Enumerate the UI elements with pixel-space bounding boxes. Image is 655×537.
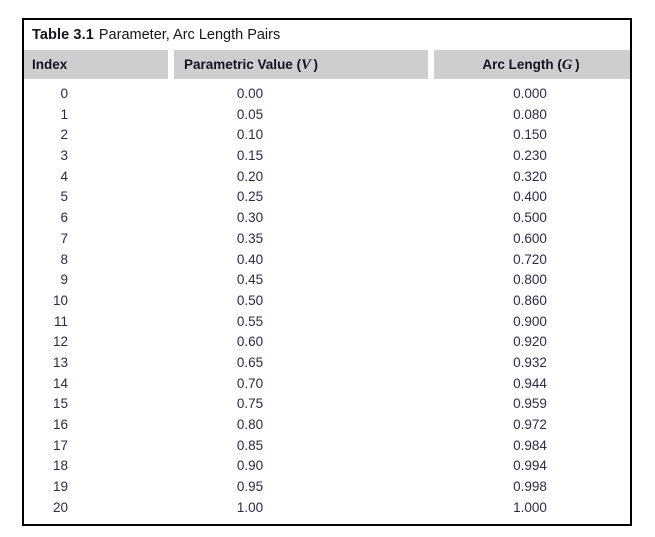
cell-arc-length: 0.984 [513,437,547,453]
table-row: 15 0.75 0.959 [24,394,630,415]
cell-arc-length: 0.500 [513,210,547,226]
cell-parametric-value: 0.95 [236,479,264,495]
cell-parametric-value: 0.45 [236,272,264,288]
cell-index: 8 [60,251,68,267]
cell-parametric-value: 0.25 [236,189,264,205]
table-row: 3 0.15 0.230 [24,146,630,167]
cell-arc-length: 0.994 [513,458,547,474]
column-header-parametric-value-label: Parametric Value [184,57,293,72]
cell-arc-length: 0.920 [513,334,547,350]
cell-parametric-value: 0.20 [236,168,264,184]
table-row: 7 0.35 0.600 [24,229,630,250]
table-row: 1 0.05 0.080 [24,105,630,126]
column-header-arc-length-label: Arc Length [482,57,554,72]
cell-arc-length: 0.860 [513,292,547,308]
cell-index: 11 [53,313,68,329]
cell-parametric-value: 0.55 [236,313,264,329]
cell-index: 10 [52,292,68,308]
table-caption-text: Parameter, Arc Length Pairs [98,27,281,43]
cell-index: 9 [60,272,68,288]
cell-arc-length: 0.972 [513,417,547,432]
cell-parametric-value: 0.50 [236,292,264,308]
cell-index: 20 [52,499,68,515]
table-row: 0 0.00 0.000 [24,84,630,105]
cell-parametric-value: 0.75 [236,396,264,412]
column-header-parametric-value: Parametric Value (V ) [174,50,428,79]
column-header-arc-length: Arc Length (G ) [434,50,630,79]
cell-parametric-value: 0.15 [236,148,264,164]
column-header-arc-length-variable: G [561,57,573,73]
cell-index: 0 [60,86,68,101]
cell-index: 3 [60,148,68,164]
cell-arc-length: 0.080 [513,106,547,122]
cell-arc-length: 0.230 [513,148,547,164]
column-header-index: Index [24,50,168,79]
cell-index: 7 [60,230,68,246]
table-row: 5 0.25 0.400 [24,187,630,208]
parameter-arc-length-table: Table 3.1 Parameter, Arc Length Pairs Ind… [22,18,632,527]
cell-index: 2 [60,127,68,143]
cell-parametric-value: 1.00 [236,499,264,515]
cell-index: 12 [52,334,68,350]
table-header-row: Index Parametric Value (V ) Arc Length (… [24,50,630,79]
table-row: 20 1.00 1.000 [24,498,630,519]
table-row: 17 0.85 0.984 [24,436,630,457]
cell-parametric-value: 0.30 [236,210,264,226]
cell-index: 17 [52,437,68,453]
cell-parametric-value: 0.80 [236,417,264,432]
table-row: 19 0.95 0.998 [24,477,630,498]
cell-parametric-value: 0.00 [236,86,264,101]
cell-arc-length: 0.000 [513,86,547,101]
cell-arc-length: 0.150 [513,127,547,143]
table-row: 2 0.10 0.150 [24,125,630,146]
table-row: 14 0.70 0.944 [24,374,630,395]
cell-arc-length: 0.400 [513,189,547,205]
cell-parametric-value: 0.65 [236,354,264,370]
cell-index: 13 [52,354,68,370]
cell-index: 15 [52,396,68,412]
cell-arc-length: 0.320 [513,168,547,184]
cell-arc-length: 0.944 [513,375,547,391]
table-row: 9 0.45 0.800 [24,270,630,291]
table-row: 6 0.30 0.500 [24,208,630,229]
cell-index: 19 [52,479,68,495]
cell-parametric-value: 0.40 [236,251,264,267]
cell-parametric-value: 0.85 [236,437,264,453]
column-header-parametric-value-variable: V [301,57,311,73]
cell-parametric-value: 0.10 [236,127,264,143]
table-row: 16 0.80 0.972 [24,415,630,436]
cell-arc-length: 0.720 [513,251,547,267]
cell-index: 18 [52,458,68,474]
cell-index: 1 [60,106,68,122]
table-body: 0 0.00 0.000 1 0.05 0.080 2 0.10 0.150 3 0.15 0.230… [24,79,630,524]
table-row: 12 0.60 0.920 [24,332,630,353]
cell-arc-length: 0.998 [513,479,547,495]
table-row: 18 0.90 0.994 [24,456,630,477]
cell-arc-length: 0.959 [513,396,547,412]
cell-arc-length: 1.000 [513,499,547,515]
table-row: 4 0.20 0.320 [24,167,630,188]
cell-index: 6 [60,210,68,226]
cell-arc-length: 0.600 [513,230,547,246]
table-caption: Table 3.1 Parameter, Arc Length Pairs [24,20,630,50]
cell-index: 5 [60,189,68,205]
cell-arc-length: 0.932 [513,354,547,370]
table-row: 10 0.50 0.860 [24,291,630,312]
cell-parametric-value: 0.70 [236,375,264,391]
cell-arc-length: 0.900 [513,313,547,329]
table-row: 13 0.65 0.932 [24,353,630,374]
cell-index: 14 [52,375,68,391]
table-row: 8 0.40 0.720 [24,250,630,271]
cell-parametric-value: 0.05 [236,106,264,122]
cell-index: 4 [60,168,68,184]
cell-parametric-value: 0.35 [236,230,264,246]
cell-arc-length: 0.800 [513,272,547,288]
table-row: 11 0.55 0.900 [24,312,630,333]
cell-index: 16 [52,417,68,432]
cell-parametric-value: 0.60 [236,334,264,350]
cell-parametric-value: 0.90 [236,458,264,474]
column-header-index-label: Index [32,57,68,72]
table-caption-label: Table 3.1 [32,27,94,43]
